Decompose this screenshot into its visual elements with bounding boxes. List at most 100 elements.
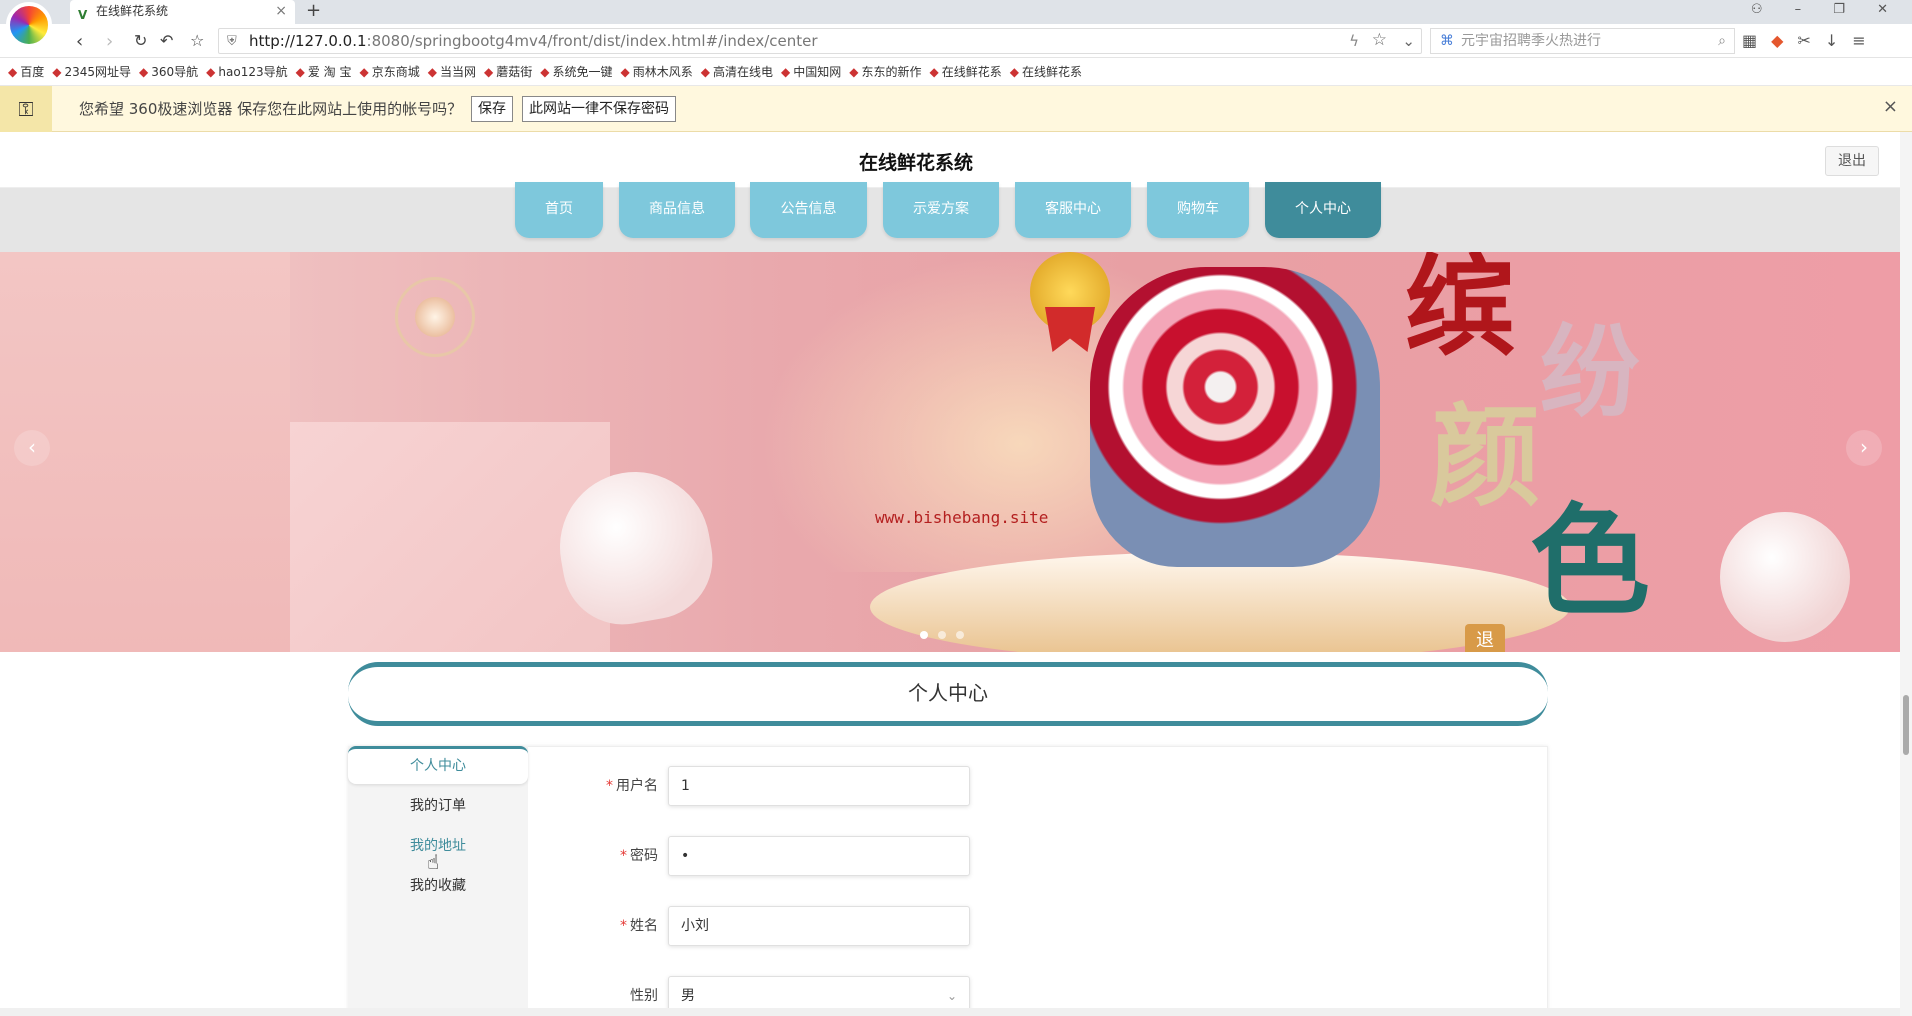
password-input[interactable]: • <box>668 836 970 876</box>
globe-icon: ◆ <box>52 65 62 79</box>
browser-tab[interactable]: V 在线鲜花系统 × <box>70 0 295 24</box>
browser-navbar: ‹ › ↻ ↶ ☆ ⛨ http://127.0.0.1:8080/spring… <box>0 24 1912 58</box>
bookmark-item[interactable]: ◆ hao123导航 <box>206 58 287 85</box>
bookmark-item[interactable]: ◆ 在线鲜花系 <box>930 58 1002 85</box>
close-icon[interactable]: × <box>1883 96 1898 117</box>
site-header: 在线鲜花系统 退出 <box>0 132 1912 188</box>
carousel-next-arrow[interactable]: › <box>1846 430 1882 466</box>
carousel-indicators <box>920 627 974 643</box>
chevron-down-icon[interactable]: ⌄ <box>1402 29 1415 53</box>
save-password-button[interactable]: 保存 <box>471 96 513 122</box>
bookmark-label: 百度 <box>20 65 45 79</box>
bookmark-label: 爱 淘 宝 <box>307 65 352 79</box>
carousel-dot[interactable] <box>920 631 928 639</box>
forward-icon[interactable]: › <box>106 31 113 52</box>
url-path: :8080/springbootg4mv4/front/dist/index.h… <box>366 32 818 50</box>
password-label: * 密码 <box>560 836 658 876</box>
menu-icon[interactable]: ≡ <box>1852 31 1879 50</box>
toolbar-icons: ▦◆✂↓≡ <box>1742 31 1880 50</box>
bookmark-item[interactable]: ◆ 2345网址导 <box>52 58 132 85</box>
menu-item-notices[interactable]: 公告信息 <box>750 182 867 238</box>
sidebar-item-center[interactable]: 个人中心 <box>348 746 528 784</box>
address-bar[interactable]: ⛨ http://127.0.0.1:8080/springbootg4mv4/… <box>218 28 1422 54</box>
carousel-prev-arrow[interactable]: ‹ <box>14 430 50 466</box>
bookmark-item[interactable]: ◆ 百度 <box>8 58 45 85</box>
bookmark-item[interactable]: ◆ 360导航 <box>139 58 198 85</box>
menu-item-home[interactable]: 首页 <box>515 182 603 238</box>
bookmark-label: 蘑菇街 <box>496 65 533 79</box>
banner-badge: 退 <box>1465 624 1505 652</box>
banner-calligraphy-4: 色 <box>1530 491 1650 632</box>
bookmark-label: 中国知网 <box>793 65 842 79</box>
scrollbar-track[interactable] <box>1900 132 1912 1016</box>
bookmark-label: 在线鲜花系 <box>1021 65 1082 79</box>
carousel-dot[interactable] <box>956 631 964 639</box>
video-icon: ◆ <box>700 65 710 79</box>
menu-item-products[interactable]: 商品信息 <box>619 182 735 238</box>
tree-icon: ◆ <box>620 65 630 79</box>
password-save-message: 您希望 360极速浏览器 保存您在此网站上使用的帐号吗？ <box>79 100 463 118</box>
username-label-text: 用户名 <box>616 778 658 794</box>
never-save-password-button[interactable]: 此网站一律不保存密码 <box>522 96 676 122</box>
site-title: 在线鲜花系统 <box>858 152 973 174</box>
reload-icon[interactable]: ↻ <box>134 31 147 50</box>
name-input[interactable]: 小刘 <box>668 906 970 946</box>
menu-item-love-plans[interactable]: 示爱方案 <box>883 182 999 238</box>
banner-carousel[interactable]: 缤 纷 颜 色 www.bishebang.site ‹ › 退 <box>0 252 1900 652</box>
window-controls[interactable]: ⚇ – ❐ ✕ <box>1751 2 1902 17</box>
shield-icon: ⛨ <box>227 34 237 49</box>
sidebar: 个人中心 我的订单 我的地址 我的收藏 <box>348 746 528 1016</box>
sidebar-item-orders[interactable]: 我的订单 <box>348 787 528 825</box>
download-icon[interactable]: ↓ <box>1825 31 1852 50</box>
scissors-icon[interactable]: ✂ <box>1797 31 1824 50</box>
bolt-icon[interactable]: ϟ <box>1349 29 1359 53</box>
bookmark-label: 2345网址导 <box>64 65 132 79</box>
undo-icon[interactable]: ↶ <box>160 31 173 50</box>
apps-icon[interactable]: ▦ <box>1742 31 1771 50</box>
bookmark-item[interactable]: ◆ 当当网 <box>427 58 476 85</box>
taobao-icon: ◆ <box>295 65 305 79</box>
search-input[interactable]: ⌘ 元宇宙招聘季火热进行 ⌕ <box>1430 28 1735 54</box>
bookmark-item[interactable]: ◆ 系统免一键 <box>540 58 613 85</box>
menu-item-cart[interactable]: 购物车 <box>1147 182 1249 238</box>
bookmark-item[interactable]: ◆ 在线鲜花系 <box>1010 58 1082 85</box>
bookmark-item[interactable]: ◆ 雨林木风系 <box>620 58 693 85</box>
tab-title: 在线鲜花系统 <box>96 4 169 18</box>
username-input[interactable]: 1 <box>668 766 970 806</box>
search-icon[interactable]: ⌕ <box>1718 29 1726 53</box>
bookmark-item[interactable]: ◆ 爱 淘 宝 <box>295 58 352 85</box>
favorite-icon[interactable]: ☆ <box>190 31 204 50</box>
browser-logo-icon[interactable] <box>6 2 52 48</box>
scrollbar-thumb[interactable] <box>1903 695 1909 755</box>
game-icon[interactable]: ◆ <box>1771 31 1797 50</box>
star-icon[interactable]: ☆ <box>1372 28 1387 52</box>
logout-button[interactable]: 退出 <box>1825 146 1879 176</box>
carousel-dot[interactable] <box>938 631 946 639</box>
banner-calligraphy-2: 纷 <box>1540 313 1640 431</box>
bookmark-item[interactable]: ◆ 东东的新作 <box>849 58 921 85</box>
dangdang-icon: ◆ <box>427 65 437 79</box>
bookmarks-bar: ◆ 百度 ◆ 2345网址导 ◆ 360导航 ◆ hao123导航 ◆ 爱 淘 宝 ◆ 京东商城 ◆ 当当… <box>0 58 1912 86</box>
banner-calligraphy-1: 缤 <box>1405 252 1515 371</box>
bookmark-label: 系统免一键 <box>552 65 613 79</box>
gender-value: 男 <box>681 988 695 1004</box>
nav-icon: ◆ <box>139 65 149 79</box>
banner-watermark: www.bishebang.site <box>875 508 1049 527</box>
back-icon[interactable]: ‹ <box>76 31 83 52</box>
url-host: http://127.0.0.1 <box>249 32 367 50</box>
vue-icon: V <box>78 8 88 22</box>
new-tab-button[interactable]: + <box>306 0 321 22</box>
bag-icon: ◆ <box>849 65 859 79</box>
bookmark-item[interactable]: ◆ 高清在线电 <box>700 58 773 85</box>
tab-close-icon[interactable]: × <box>275 0 287 22</box>
paw-icon: ◆ <box>8 65 18 79</box>
bookmark-item[interactable]: ◆ 蘑菇街 <box>484 58 533 85</box>
banner-bouquet <box>1090 267 1380 567</box>
name-label-text: 姓名 <box>630 918 658 934</box>
menu-item-center[interactable]: 个人中心 <box>1265 182 1381 238</box>
bookmark-item[interactable]: ◆ 中国知网 <box>781 58 842 85</box>
banner-lamp-bulb <box>415 297 455 337</box>
menu-item-service[interactable]: 客服中心 <box>1015 182 1131 238</box>
bookmark-label: 高清在线电 <box>712 65 773 79</box>
bookmark-item[interactable]: ◆ 京东商城 <box>360 58 420 85</box>
